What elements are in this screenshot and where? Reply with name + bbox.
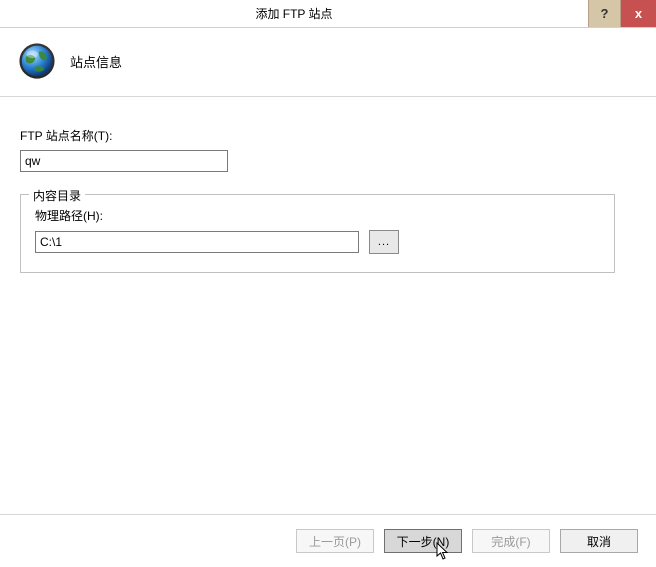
cancel-button[interactable]: 取消	[560, 529, 638, 553]
site-name-input[interactable]	[20, 150, 228, 172]
titlebar-buttons: ? x	[588, 0, 656, 27]
window-title: 添加 FTP 站点	[0, 5, 588, 22]
titlebar: 添加 FTP 站点 ? x	[0, 0, 656, 28]
physical-path-label: 物理路径(H):	[35, 207, 600, 224]
page-title: 站点信息	[70, 52, 122, 71]
next-button[interactable]: 下一步(N)	[384, 529, 462, 553]
content-directory-legend: 内容目录	[29, 187, 85, 204]
site-name-label: FTP 站点名称(T):	[20, 127, 636, 144]
physical-path-input[interactable]	[35, 231, 359, 253]
help-button[interactable]: ?	[588, 0, 620, 27]
content-area: FTP 站点名称(T): 内容目录 物理路径(H): ...	[0, 97, 656, 517]
header-section: 站点信息	[0, 28, 656, 97]
globe-icon	[18, 42, 56, 80]
content-directory-group: 内容目录 物理路径(H): ...	[20, 194, 615, 273]
close-button[interactable]: x	[620, 0, 656, 27]
finish-button[interactable]: 完成(F)	[472, 529, 550, 553]
prev-button[interactable]: 上一页(P)	[296, 529, 374, 553]
footer: 上一页(P) 下一步(N) 完成(F) 取消	[0, 514, 656, 567]
browse-button[interactable]: ...	[369, 230, 399, 254]
path-row: ...	[35, 230, 600, 254]
